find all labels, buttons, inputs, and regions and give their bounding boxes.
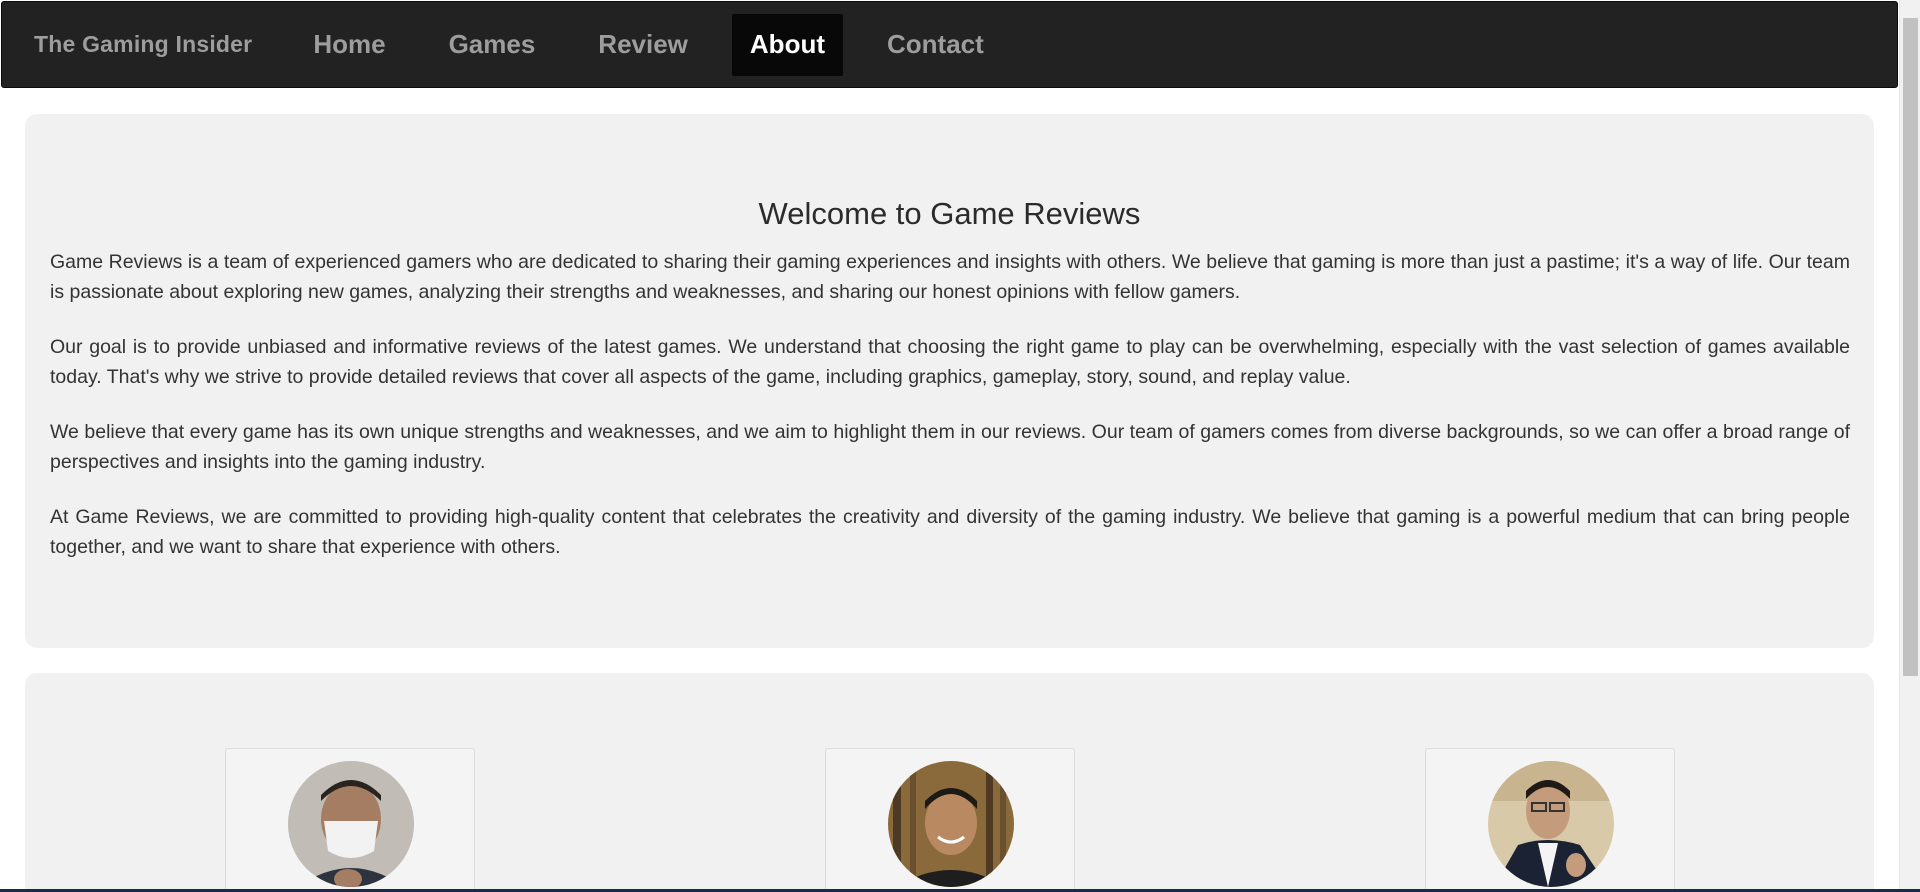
team-member-3-photo — [1488, 761, 1614, 887]
nav-about-link[interactable]: About — [731, 13, 843, 76]
about-body: Game Reviews is a team of experienced ga… — [50, 247, 1850, 587]
nav-games-link[interactable]: Games — [431, 14, 554, 76]
team-member-2-avatar — [888, 761, 1014, 887]
about-title: Welcome to Game Reviews — [758, 196, 1141, 231]
brand-link[interactable]: The Gaming Insider — [34, 31, 252, 58]
about-paragraph: Our goal is to provide unbiased and info… — [50, 336, 1850, 388]
vertical-scrollbar[interactable] — [1899, 0, 1920, 892]
scrollbar-thumb[interactable] — [1903, 18, 1918, 676]
team-member-card — [1425, 748, 1675, 892]
about-paragraph: We believe that every game has its own u… — [50, 421, 1850, 473]
about-paragraph: Game Reviews is a team of experienced ga… — [50, 251, 1850, 303]
team-member-2-photo — [888, 761, 1014, 887]
top-navbar: The Gaming Insider Home Games Review Abo… — [1, 1, 1898, 88]
team-member-card — [825, 748, 1075, 892]
about-section: Welcome to Game Reviews Game Reviews is … — [25, 114, 1874, 648]
page: The Gaming Insider Home Games Review Abo… — [0, 0, 1920, 892]
team-member-3-avatar — [1488, 761, 1614, 887]
team-member-card — [225, 748, 475, 892]
team-section — [25, 673, 1874, 892]
nav-review-link[interactable]: Review — [580, 14, 706, 76]
nav-contact-link[interactable]: Contact — [869, 14, 1002, 76]
team-member-1-avatar — [288, 761, 414, 887]
about-paragraph: At Game Reviews, we are committed to pro… — [50, 506, 1850, 558]
nav-home-link[interactable]: Home — [295, 14, 403, 76]
team-member-1-photo — [288, 761, 414, 887]
